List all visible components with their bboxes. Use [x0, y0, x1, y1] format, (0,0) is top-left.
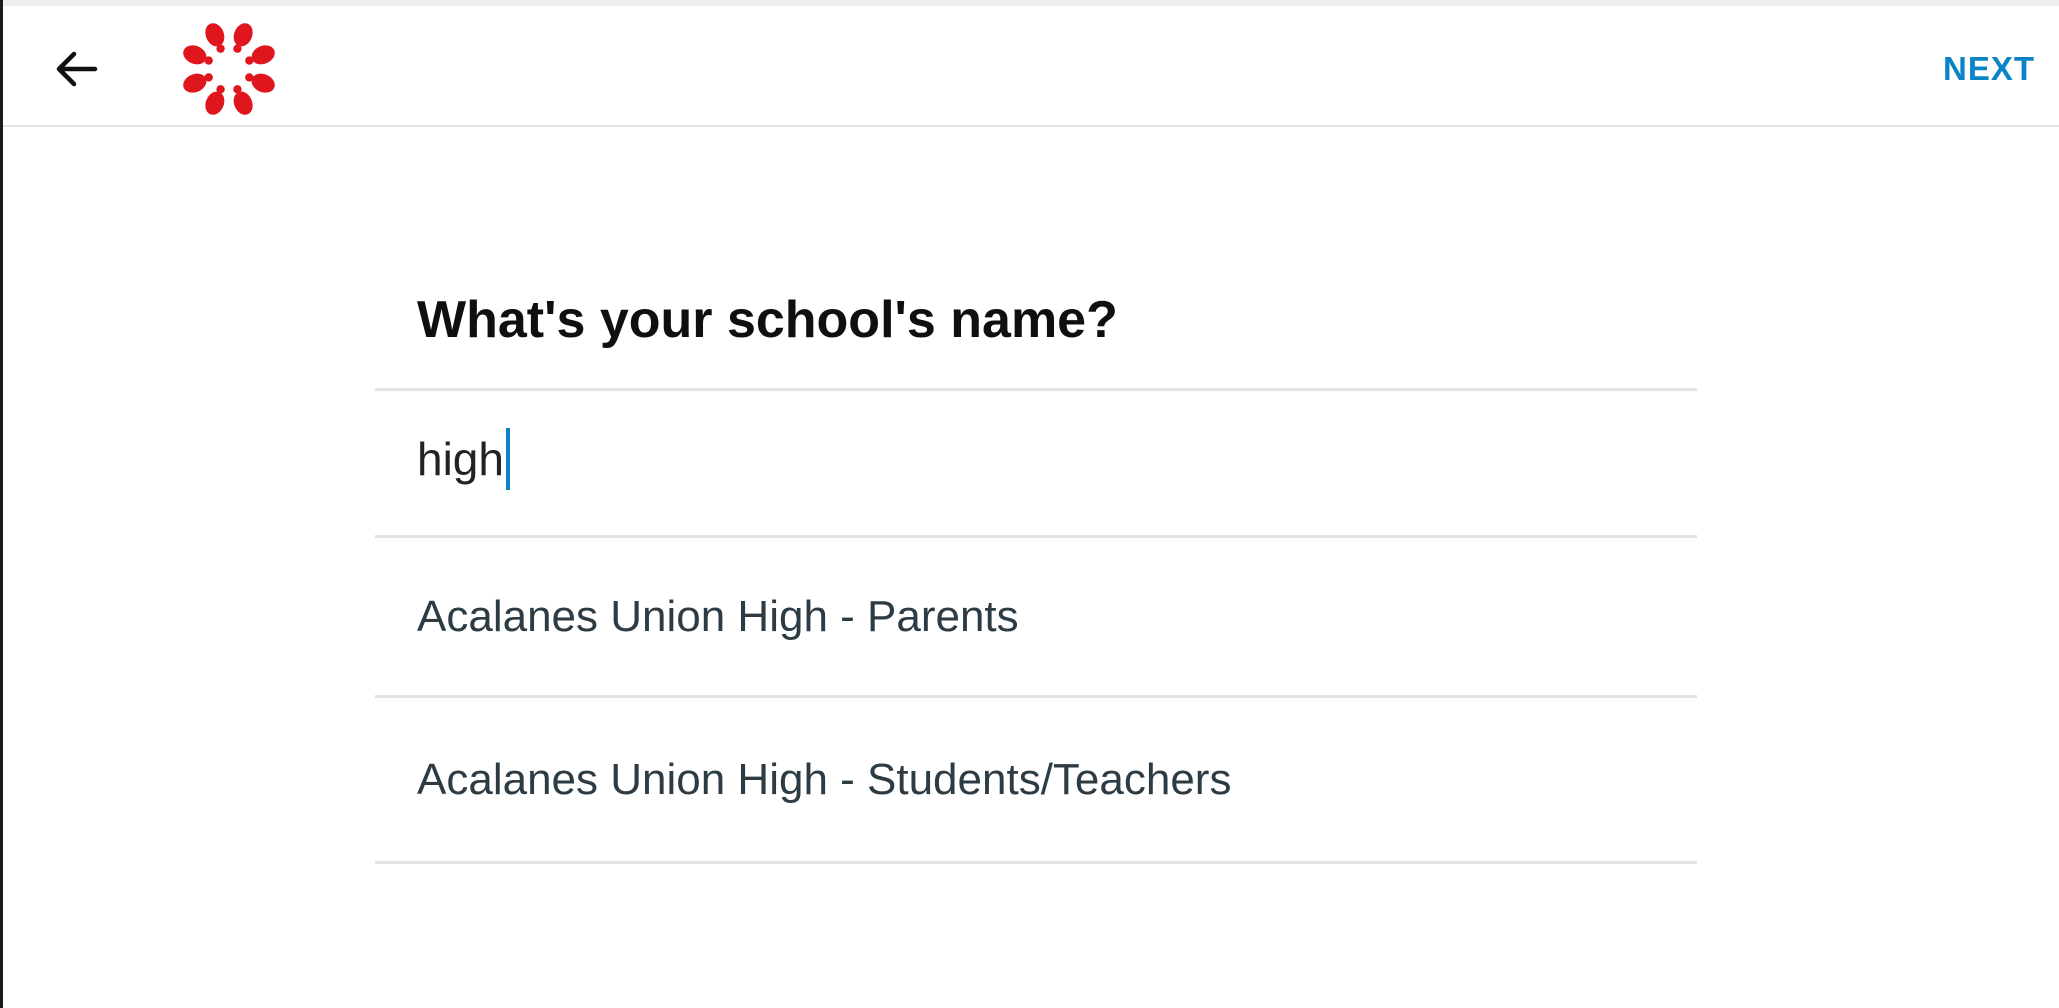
canvas-logo-svg: [183, 23, 275, 115]
logo-petal: [251, 73, 275, 93]
page-title: What's your school's name?: [417, 291, 1118, 349]
logo-dot: [245, 73, 254, 82]
back-button[interactable]: [41, 34, 111, 104]
school-result-label: Acalanes Union High - Parents: [417, 591, 1019, 641]
arrow-left-icon: [56, 51, 98, 87]
logo-petal: [183, 45, 207, 65]
canvas-logo-icon: [182, 22, 276, 116]
school-result-item[interactable]: Acalanes Union High - Students/Teachers: [375, 698, 1697, 861]
search-input-value: high: [417, 428, 510, 494]
logo-dot: [245, 56, 254, 65]
logo-dot: [233, 44, 242, 53]
window-edge: [0, 0, 3, 1008]
logo-dot: [204, 73, 213, 82]
logo-dot: [216, 44, 225, 53]
school-search-input[interactable]: high: [375, 391, 1697, 535]
school-result-item[interactable]: Acalanes Union High - Parents: [375, 538, 1697, 695]
logo-petal: [205, 23, 225, 47]
logo-dot: [233, 85, 242, 94]
logo-petal: [205, 91, 225, 115]
text-caret: [505, 428, 510, 490]
logo-petal: [233, 91, 253, 115]
logo-dot: [204, 56, 213, 65]
school-result-label: Acalanes Union High - Students/Teachers: [417, 754, 1232, 804]
app-screen: NEXT What's your school's name? high Aca…: [0, 0, 2059, 1008]
logo-petal: [251, 45, 275, 65]
logo-petal: [233, 23, 253, 47]
logo-dot: [216, 85, 225, 94]
divider: [375, 861, 1697, 864]
next-button[interactable]: NEXT: [1943, 44, 2035, 94]
logo-petal: [183, 73, 207, 93]
top-toolbar: NEXT: [3, 6, 2059, 127]
